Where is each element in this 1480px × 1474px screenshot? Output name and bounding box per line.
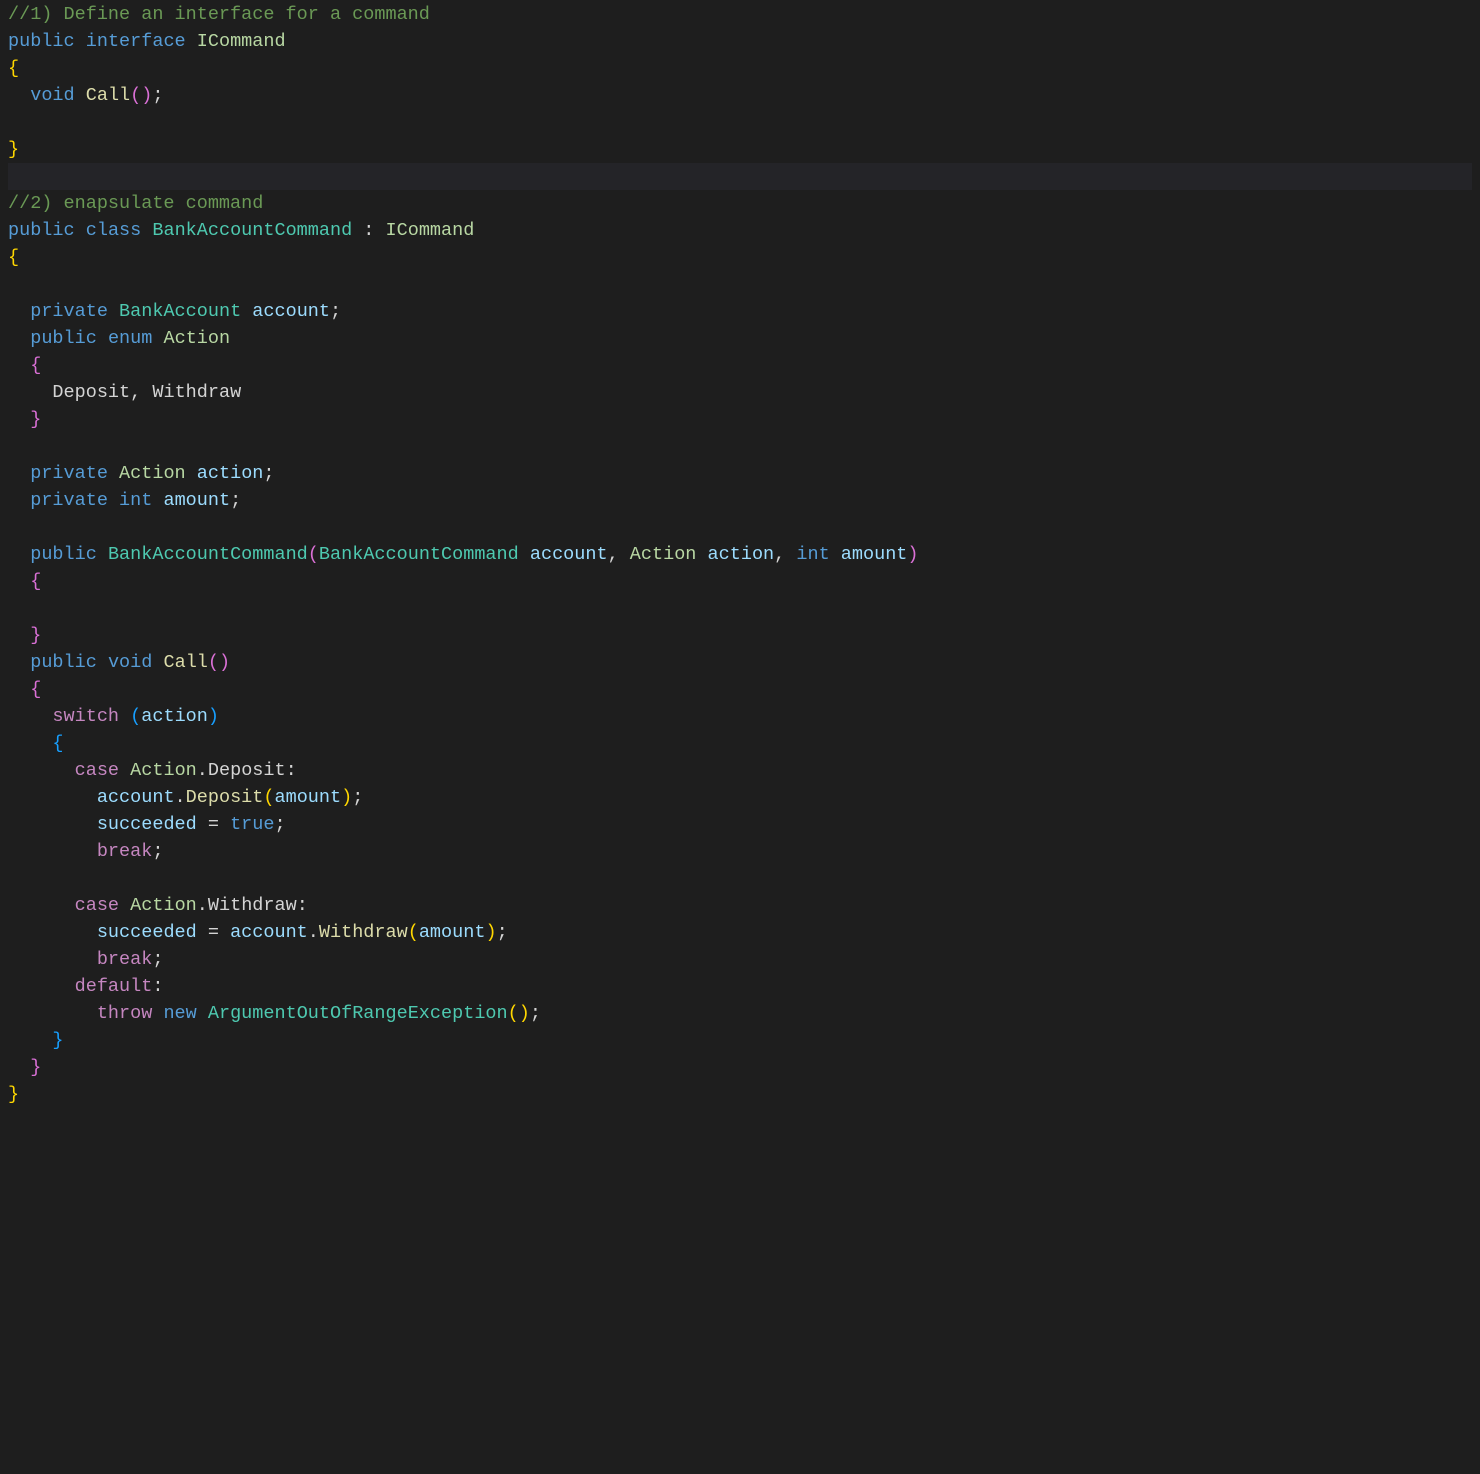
code-line: private int amount;: [8, 487, 1472, 514]
code-line: public interface ICommand: [8, 28, 1472, 55]
code-line: succeeded = account.Withdraw(amount);: [8, 919, 1472, 946]
code-editor[interactable]: //1) Define an interface for a command p…: [0, 0, 1480, 1109]
code-line: break;: [8, 838, 1472, 865]
code-line: case Action.Deposit:: [8, 757, 1472, 784]
code-line: }: [8, 406, 1472, 433]
code-line: [8, 595, 1472, 622]
comment-text: //2) enapsulate command: [8, 193, 263, 214]
code-line: }: [8, 622, 1472, 649]
code-line: }: [8, 136, 1472, 163]
code-line: succeeded = true;: [8, 811, 1472, 838]
code-line: default:: [8, 973, 1472, 1000]
code-line: public void Call(): [8, 649, 1472, 676]
code-line: {: [8, 244, 1472, 271]
code-line: public enum Action: [8, 325, 1472, 352]
code-line: case Action.Withdraw:: [8, 892, 1472, 919]
code-line: private BankAccount account;: [8, 298, 1472, 325]
comment-text: //1) Define an interface for a command: [8, 4, 430, 25]
code-line-highlighted: [8, 163, 1472, 190]
code-line: public BankAccountCommand(BankAccountCom…: [8, 541, 1472, 568]
code-line: }: [8, 1081, 1472, 1108]
code-line: private Action action;: [8, 460, 1472, 487]
code-line: [8, 109, 1472, 136]
code-line: //2) enapsulate command: [8, 190, 1472, 217]
code-line: [8, 514, 1472, 541]
code-line: [8, 865, 1472, 892]
code-line: [8, 271, 1472, 298]
code-line: public class BankAccountCommand : IComma…: [8, 217, 1472, 244]
code-line: throw new ArgumentOutOfRangeException();: [8, 1000, 1472, 1027]
code-line: {: [8, 55, 1472, 82]
code-line: {: [8, 568, 1472, 595]
code-line: {: [8, 730, 1472, 757]
code-line: account.Deposit(amount);: [8, 784, 1472, 811]
code-line: {: [8, 676, 1472, 703]
code-line: }: [8, 1027, 1472, 1054]
code-line: break;: [8, 946, 1472, 973]
code-line: void Call();: [8, 82, 1472, 109]
code-line: }: [8, 1054, 1472, 1081]
code-line: switch (action): [8, 703, 1472, 730]
code-line: //1) Define an interface for a command: [8, 1, 1472, 28]
code-line: [8, 433, 1472, 460]
code-line: {: [8, 352, 1472, 379]
code-line: Deposit, Withdraw: [8, 379, 1472, 406]
